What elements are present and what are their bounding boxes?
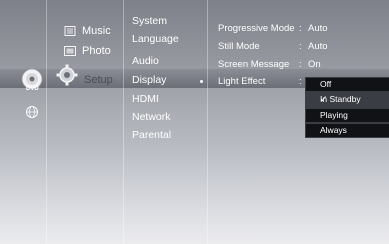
music-icon: [64, 26, 76, 36]
setup-screen: DVD Music Photo Setup System Language Au…: [0, 0, 389, 244]
column-divider: [123, 0, 124, 244]
option-light-effect-label[interactable]: Light Effect: [218, 76, 265, 87]
submenu-hdmi[interactable]: HDMI: [132, 93, 159, 105]
main-menu-photo[interactable]: Photo: [82, 45, 111, 57]
dropdown-option-in-standby[interactable]: ✓ In Standby: [306, 93, 389, 106]
dropdown-option-label: Off: [320, 79, 332, 89]
option-colon: :: [299, 59, 302, 70]
submenu-language[interactable]: Language: [132, 33, 179, 45]
gear-icon: [56, 64, 78, 86]
submenu-arrow-icon: [200, 80, 203, 83]
submenu-network[interactable]: Network: [132, 111, 171, 123]
main-menu-music[interactable]: Music: [82, 25, 111, 37]
column-divider: [46, 0, 47, 244]
submenu-system[interactable]: System: [132, 15, 167, 27]
submenu-parental[interactable]: Parental: [132, 129, 171, 141]
dropdown-option-label: Playing: [320, 110, 348, 120]
option-colon: :: [299, 76, 302, 87]
dropdown-option-label: In Standby: [320, 94, 361, 104]
column-divider: [207, 0, 208, 244]
disc-label: DVD: [26, 86, 39, 92]
option-progressive-mode-label[interactable]: Progressive Mode: [218, 23, 295, 34]
option-colon: :: [299, 23, 302, 34]
dropdown-option-playing[interactable]: Playing: [306, 109, 389, 122]
submenu-display[interactable]: Display: [132, 74, 166, 86]
photo-icon: [64, 46, 76, 56]
main-menu-setup[interactable]: Setup: [84, 74, 113, 86]
dropdown-option-label: Always: [320, 125, 347, 135]
option-screen-message-label[interactable]: Screen Message: [218, 59, 289, 70]
globe-icon[interactable]: [25, 105, 39, 119]
option-screen-message-value[interactable]: On: [308, 59, 321, 70]
dropdown-option-off[interactable]: Off: [306, 78, 389, 91]
option-progressive-mode-value[interactable]: Auto: [308, 23, 328, 34]
dropdown-option-always[interactable]: Always: [306, 124, 389, 137]
option-still-mode-value[interactable]: Auto: [308, 41, 328, 52]
option-colon: :: [299, 41, 302, 52]
submenu-audio[interactable]: Audio: [132, 55, 159, 67]
option-still-mode-label[interactable]: Still Mode: [218, 41, 260, 52]
